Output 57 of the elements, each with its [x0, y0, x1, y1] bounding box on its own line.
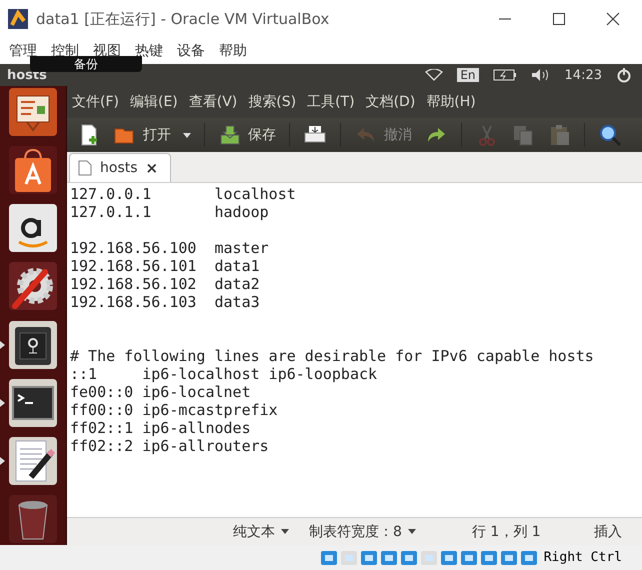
toolbar-button[interactable]: 保存	[214, 121, 280, 149]
caret-icon	[281, 528, 289, 534]
shopping-bag-icon[interactable]	[7, 144, 59, 196]
app-icon	[8, 9, 28, 29]
code-line: 192.168.56.101 data1	[70, 257, 261, 275]
menu-item[interactable]: 帮助(H)	[426, 93, 476, 111]
code-line: ::1 ip6-localhost ip6-loopback	[70, 365, 378, 383]
clock[interactable]: 14:23	[564, 68, 602, 82]
code-line: ff02::1 ip6-allnodes	[70, 419, 252, 437]
copy-icon	[511, 123, 535, 147]
code-line: 192.168.56.102 data2	[70, 275, 261, 293]
menu-item[interactable]: 查看(V)	[188, 93, 238, 111]
volume-icon[interactable]	[530, 68, 551, 82]
caret-icon	[408, 528, 416, 534]
tab-width-dropdown[interactable]: 制表符宽度：8	[309, 522, 416, 540]
code-line: 192.168.56.100 master	[70, 239, 270, 257]
save-icon	[218, 123, 242, 147]
menu-item[interactable]: 文件(F)	[72, 93, 119, 111]
amazon-icon[interactable]	[7, 202, 59, 254]
document-icon	[78, 160, 92, 176]
caret-icon	[183, 132, 191, 138]
toolbar-button[interactable]: 打开	[109, 121, 175, 149]
code-line: ff00::0 ip6-mcastprefix	[70, 401, 279, 419]
safe-icon[interactable]	[7, 318, 59, 371]
search-icon	[598, 123, 622, 147]
close-icon[interactable]	[606, 12, 620, 26]
menu-item[interactable]: 文档(D)	[366, 93, 416, 111]
keyboard-layout-indicator[interactable]: En	[457, 68, 479, 82]
wifi-icon[interactable]	[425, 69, 444, 81]
maximize-icon[interactable]	[552, 12, 566, 26]
menu-item[interactable]: 设备	[177, 42, 205, 60]
code-line: fe00::0 ip6-localnet	[70, 383, 252, 401]
host-key-label: Right Ctrl	[544, 550, 622, 565]
document-tab[interactable]: hosts ×	[69, 153, 172, 182]
code-line: 192.168.56.103 data3	[70, 293, 261, 311]
code-line: 127.0.1.1 hadoop	[70, 203, 270, 221]
cursor-position: 行 1，列 1	[472, 522, 541, 540]
code-line: 127.0.0.1 localhost	[70, 185, 297, 203]
window-title: data1 [正在运行] - Oracle VM VirtualBox	[36, 10, 330, 28]
tooltip: 备份	[30, 56, 142, 72]
code-line: # The following lines are desirable for IPv6 capable hosts	[70, 347, 595, 365]
menu-item[interactable]: 编辑(E)	[130, 93, 178, 111]
menu-item[interactable]: 帮助	[219, 42, 247, 60]
trash-icon[interactable]	[7, 492, 59, 545]
power-icon[interactable]	[616, 67, 632, 83]
menu-item[interactable]: 搜索(S)	[248, 93, 296, 111]
text-editor-icon[interactable]	[7, 434, 59, 487]
terminal-icon[interactable]	[7, 376, 59, 429]
menu-item[interactable]: 工具(T)	[307, 93, 355, 111]
language-dropdown[interactable]: 纯文本	[233, 522, 289, 540]
close-tab-button[interactable]: ×	[146, 159, 158, 177]
insert-mode: 插入	[594, 522, 622, 540]
battery-icon[interactable]	[492, 69, 517, 81]
settings-icon[interactable]	[7, 260, 59, 312]
tab-label: hosts	[100, 160, 138, 176]
code-line: ff02::2 ip6-allrouters	[70, 437, 270, 455]
presentation-icon[interactable]	[7, 86, 59, 138]
